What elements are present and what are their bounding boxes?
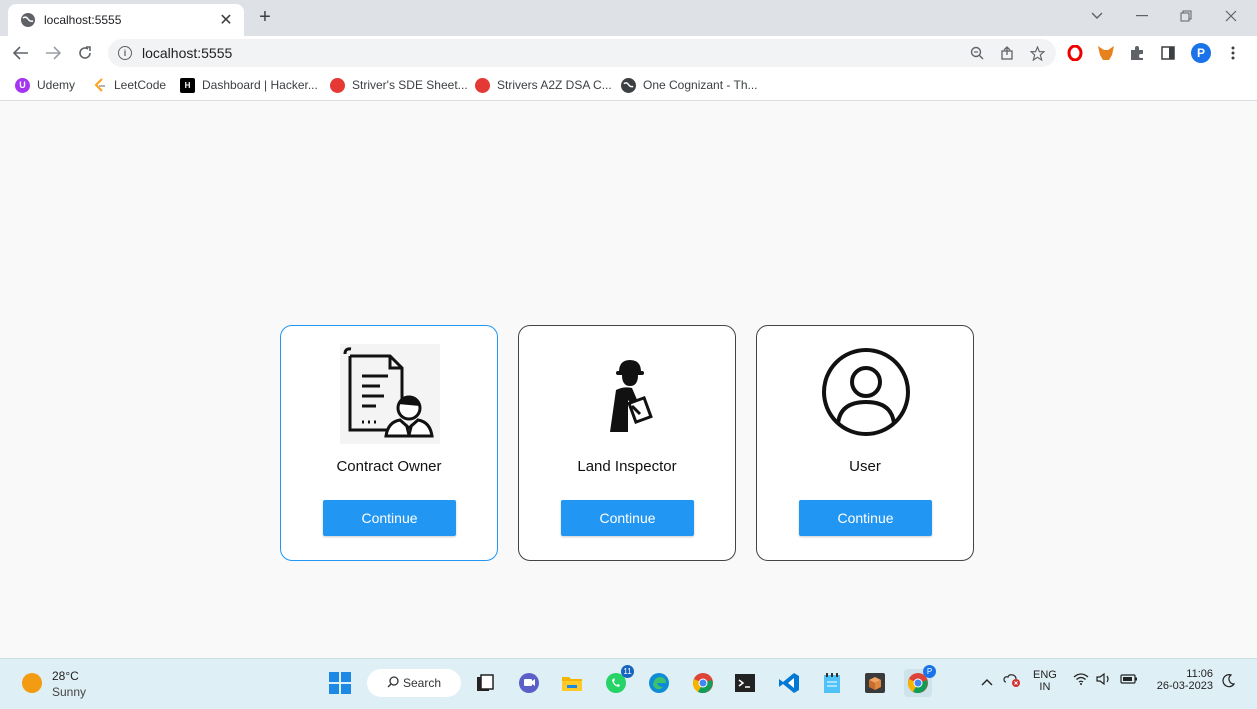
continue-button-land-inspector[interactable]: Continue bbox=[561, 500, 694, 536]
windows-start-icon[interactable] bbox=[326, 669, 354, 697]
leetcode-icon bbox=[92, 77, 107, 93]
chrome-profile-icon[interactable]: P bbox=[904, 665, 936, 697]
notification-moon-icon[interactable] bbox=[1221, 674, 1236, 691]
tab-title: localhost:5555 bbox=[44, 13, 122, 27]
tab-strip: localhost:5555 ✕ + bbox=[0, 0, 1257, 36]
tab-search-icon[interactable] bbox=[1085, 6, 1109, 26]
role-card-land-inspector[interactable]: Land Inspector Continue bbox=[518, 325, 736, 561]
side-panel-icon[interactable] bbox=[1157, 42, 1179, 64]
reload-icon[interactable] bbox=[74, 42, 96, 64]
file-explorer-icon[interactable] bbox=[558, 669, 586, 697]
clock[interactable]: 11:06 26-03-2023 bbox=[1150, 668, 1213, 692]
chevron-up-icon[interactable] bbox=[981, 675, 993, 689]
takeuforward-icon bbox=[330, 77, 345, 93]
clock-date: 26-03-2023 bbox=[1156, 680, 1213, 692]
role-title: User bbox=[849, 458, 881, 475]
bookmark-one-cognizant[interactable]: One Cognizant - Th... bbox=[621, 76, 758, 94]
bookmark-label: Strivers A2Z DSA C... bbox=[497, 78, 612, 92]
minimize-button[interactable] bbox=[1130, 6, 1154, 26]
restore-button[interactable] bbox=[1174, 6, 1198, 26]
role-card-user[interactable]: User Continue bbox=[756, 325, 974, 561]
forward-arrow-icon[interactable] bbox=[42, 42, 64, 64]
bookmarks-bar: U Udemy LeetCode H Dashboard | Hacker...… bbox=[0, 70, 1257, 101]
search-label: Search bbox=[403, 676, 442, 690]
continue-button-user[interactable]: Continue bbox=[799, 500, 932, 536]
onedrive-error-icon[interactable] bbox=[1003, 673, 1021, 690]
weather-description[interactable]: Sunny bbox=[52, 685, 86, 699]
region-code: IN bbox=[1039, 681, 1051, 693]
url-text: localhost:5555 bbox=[142, 45, 233, 61]
bookmark-label: Dashboard | Hacker... bbox=[202, 78, 318, 92]
hackerrank-icon: H bbox=[180, 77, 195, 93]
volume-icon[interactable] bbox=[1096, 672, 1112, 688]
bookmark-udemy[interactable]: U Udemy bbox=[15, 76, 75, 94]
globe-icon bbox=[20, 12, 36, 28]
bookmark-strivers-sde[interactable]: Striver's SDE Sheet... bbox=[330, 76, 468, 94]
metamask-extension-icon[interactable] bbox=[1095, 42, 1117, 64]
user-icon bbox=[816, 344, 916, 444]
share-icon[interactable] bbox=[996, 42, 1018, 64]
bookmark-label: One Cognizant - Th... bbox=[643, 78, 758, 92]
vscode-icon[interactable] bbox=[775, 669, 803, 697]
search-icon bbox=[387, 675, 399, 691]
page-content: Contract Owner Continue Land Inspector C… bbox=[0, 101, 1257, 658]
browser-toolbar: i localhost:5555 P bbox=[0, 36, 1257, 70]
profile-badge: P bbox=[923, 665, 936, 678]
site-info-icon[interactable]: i bbox=[118, 46, 132, 60]
whatsapp-icon[interactable]: 11 bbox=[602, 665, 634, 697]
continue-button-contract-owner[interactable]: Continue bbox=[323, 500, 456, 536]
task-view-icon[interactable] bbox=[471, 669, 499, 697]
takeuforward-icon bbox=[475, 77, 490, 93]
sublime-box-icon[interactable] bbox=[861, 669, 889, 697]
bookmark-star-icon[interactable] bbox=[1026, 42, 1048, 64]
opera-extension-icon[interactable] bbox=[1064, 42, 1086, 64]
bookmark-strivers-a2z[interactable]: Strivers A2Z DSA C... bbox=[475, 76, 612, 94]
profile-avatar[interactable]: P bbox=[1190, 42, 1212, 64]
back-arrow-icon[interactable] bbox=[10, 42, 32, 64]
wifi-icon[interactable] bbox=[1073, 673, 1089, 688]
teams-chat-icon[interactable] bbox=[515, 669, 543, 697]
menu-kebab-icon[interactable] bbox=[1222, 42, 1244, 64]
bookmark-label: Udemy bbox=[37, 78, 76, 92]
notepad-icon[interactable] bbox=[818, 669, 846, 697]
contract-owner-icon bbox=[340, 344, 440, 444]
land-inspector-icon bbox=[578, 344, 678, 444]
terminal-icon[interactable] bbox=[731, 669, 759, 697]
bookmark-label: LeetCode bbox=[114, 78, 167, 92]
language-code: ENG bbox=[1033, 669, 1057, 681]
browser-tab[interactable]: localhost:5555 ✕ bbox=[8, 4, 244, 36]
edge-icon[interactable] bbox=[645, 669, 673, 697]
zoom-icon[interactable] bbox=[966, 42, 988, 64]
weather-temperature[interactable]: 28°C bbox=[52, 669, 79, 683]
role-card-contract-owner[interactable]: Contract Owner Continue bbox=[280, 325, 498, 561]
taskbar-search[interactable]: Search bbox=[367, 669, 461, 697]
language-indicator[interactable]: ENG IN bbox=[1033, 669, 1057, 693]
close-window-button[interactable] bbox=[1219, 6, 1243, 26]
new-tab-button[interactable]: + bbox=[254, 6, 276, 28]
role-title: Contract Owner bbox=[336, 458, 442, 475]
chrome-icon[interactable] bbox=[689, 669, 717, 697]
udemy-icon: U bbox=[15, 77, 30, 93]
bookmark-label: Striver's SDE Sheet... bbox=[352, 78, 468, 92]
windows-taskbar: 28°C Sunny Search 11 P ENG IN 11:06 26-0… bbox=[0, 658, 1257, 709]
bookmark-leetcode[interactable]: LeetCode bbox=[92, 76, 166, 94]
bookmark-hackerrank[interactable]: H Dashboard | Hacker... bbox=[180, 76, 318, 94]
battery-icon[interactable] bbox=[1120, 673, 1138, 687]
role-title: Land Inspector bbox=[577, 458, 677, 475]
sun-icon[interactable] bbox=[22, 673, 42, 693]
notification-badge: 11 bbox=[621, 665, 634, 678]
extensions-puzzle-icon[interactable] bbox=[1126, 42, 1148, 64]
clock-time: 11:06 bbox=[1186, 668, 1213, 680]
tab-close-button[interactable]: ✕ bbox=[216, 10, 236, 30]
address-bar[interactable]: i localhost:5555 bbox=[108, 39, 1056, 67]
globe-icon bbox=[621, 77, 636, 93]
